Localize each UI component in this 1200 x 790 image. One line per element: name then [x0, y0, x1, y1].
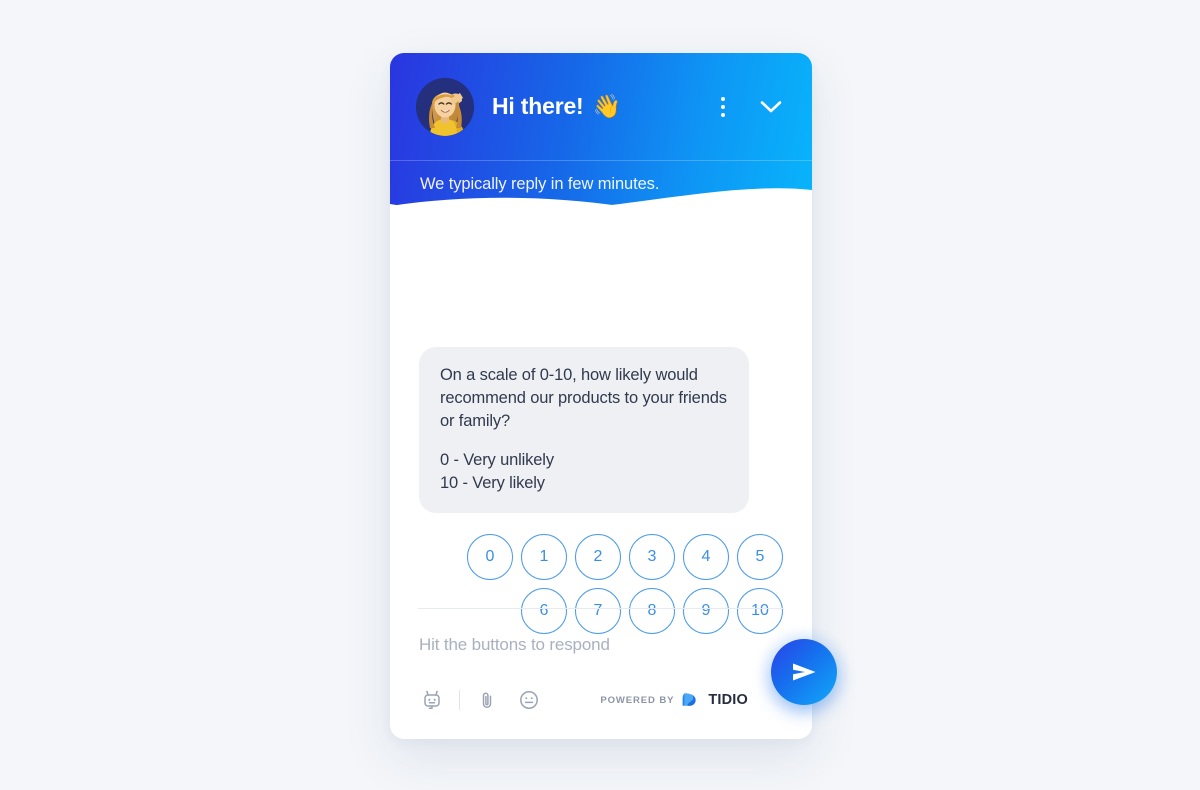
- menu-dot: [721, 104, 725, 109]
- send-button-area: [758, 626, 850, 718]
- widget-footer: Hit the buttons to respond POWERED BY TI…: [390, 608, 812, 739]
- rating-button-1[interactable]: 1: [521, 533, 567, 580]
- conversation-area: On a scale of 0-10, how likely would rec…: [390, 278, 812, 661]
- send-icon: [793, 663, 816, 681]
- more-vertical-icon[interactable]: [710, 94, 736, 120]
- avatar: [416, 77, 474, 136]
- avatar-photo: [416, 77, 474, 136]
- powered-by-label: POWERED BY: [600, 694, 675, 706]
- composer-divider: [418, 608, 784, 609]
- toolbar-separator: [459, 690, 460, 710]
- tidio-brand-name: TIDIO: [708, 692, 748, 708]
- rating-button-5[interactable]: 5: [737, 533, 783, 580]
- waving-hand-icon: 👋: [592, 93, 622, 119]
- tidio-logo-icon: [682, 693, 696, 706]
- widget-header: Hi there! 👋 We typically reply in few mi…: [390, 53, 812, 229]
- rating-button-3[interactable]: 3: [629, 533, 675, 580]
- rating-button-0[interactable]: 0: [467, 533, 513, 580]
- tidio-branding: POWERED BY TIDIO: [600, 691, 783, 709]
- page-background: Hi there! 👋 We typically reply in few mi…: [0, 0, 1200, 790]
- chatbot-icon[interactable]: [419, 687, 445, 713]
- header-actions: [710, 94, 788, 120]
- bot-message-legend: 0 - Very unlikely 10 - Very likely: [440, 449, 729, 495]
- header-title-text: Hi there!: [492, 93, 584, 119]
- header-wave-decoration: [390, 188, 812, 229]
- header-title: Hi there! 👋: [492, 93, 621, 120]
- footer-toolbar: POWERED BY TIDIO: [419, 683, 783, 717]
- header-top-row: Hi there! 👋: [390, 53, 812, 160]
- emoji-icon[interactable]: [516, 687, 542, 713]
- chevron-down-icon[interactable]: [758, 94, 784, 120]
- send-button[interactable]: [771, 639, 837, 705]
- rating-button-4[interactable]: 4: [683, 533, 729, 580]
- attachment-icon[interactable]: [474, 687, 500, 713]
- bot-message-bubble: On a scale of 0-10, how likely would rec…: [419, 347, 749, 513]
- legend-high: 10 - Very likely: [440, 474, 545, 493]
- rating-row-top: 0 1 2 3 4 5: [467, 533, 783, 580]
- chat-widget: Hi there! 👋 We typically reply in few mi…: [390, 53, 812, 739]
- header-separator: [390, 160, 812, 161]
- menu-dot: [721, 112, 725, 117]
- message-input[interactable]: Hit the buttons to respond: [419, 635, 610, 655]
- bot-message-question: On a scale of 0-10, how likely would rec…: [440, 366, 727, 430]
- menu-dot: [721, 96, 725, 101]
- legend-low: 0 - Very unlikely: [440, 451, 554, 470]
- rating-button-2[interactable]: 2: [575, 533, 621, 580]
